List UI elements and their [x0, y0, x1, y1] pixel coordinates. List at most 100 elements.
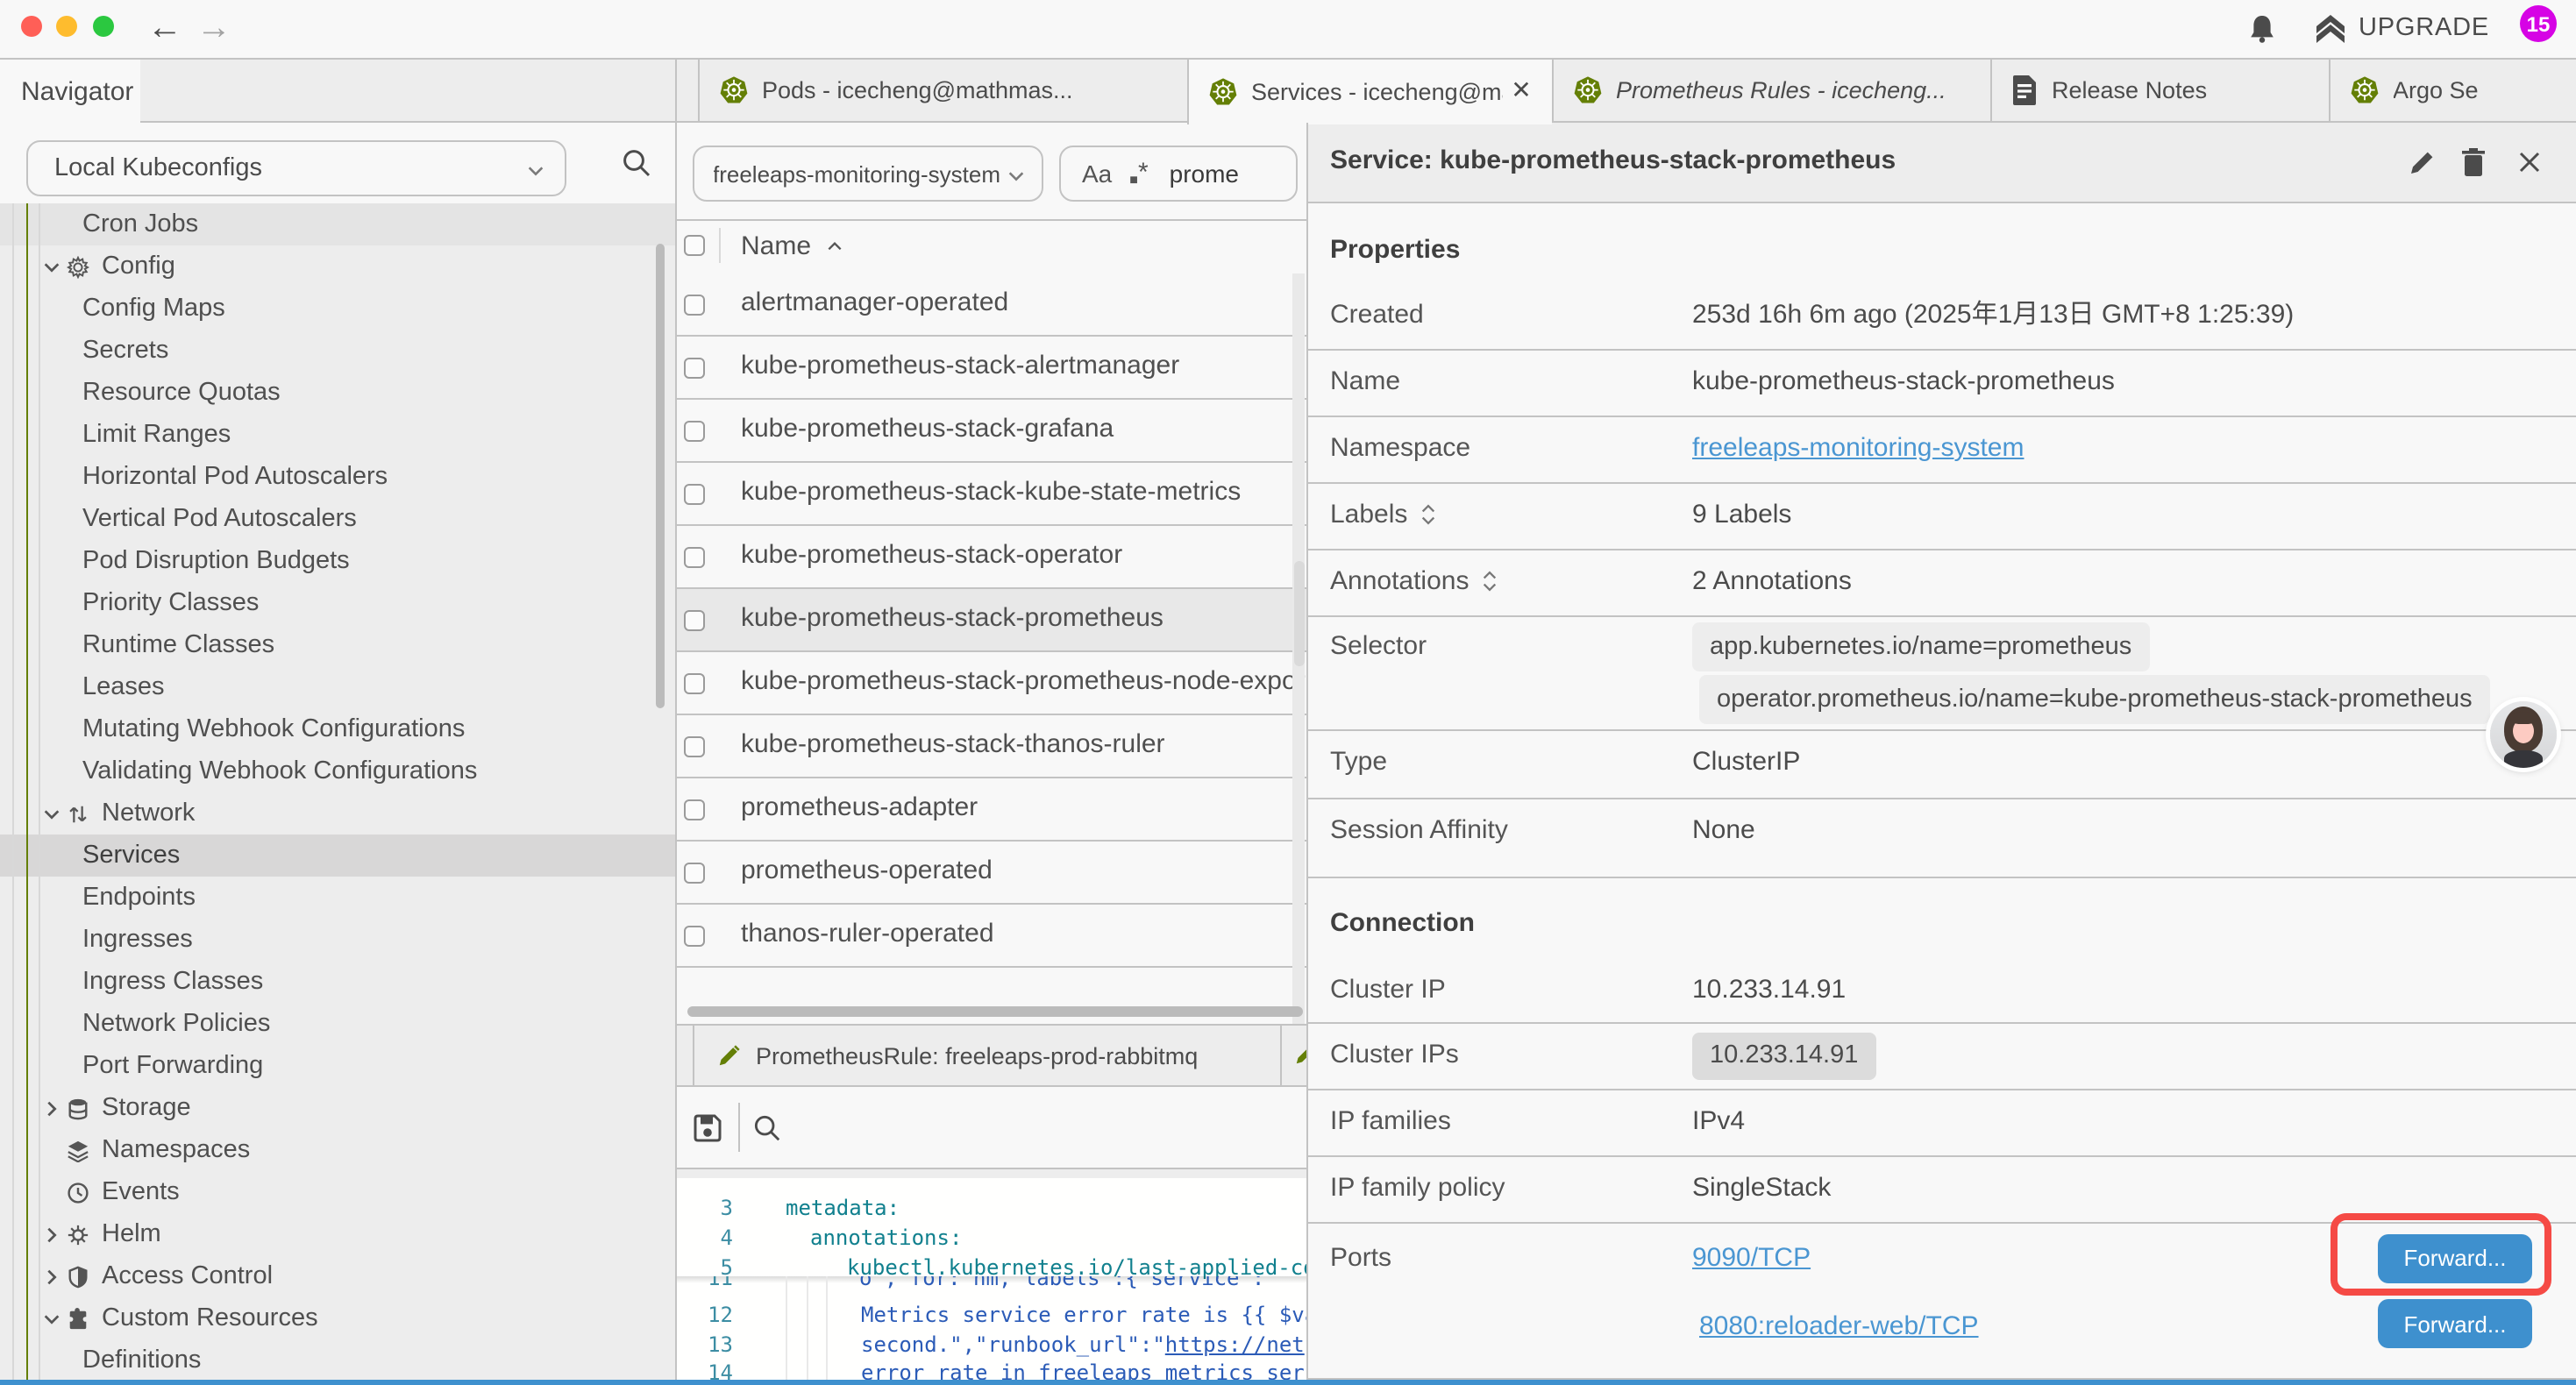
tab-prometheus-rules[interactable]: Prometheus Rules - icecheng...: [1551, 60, 1990, 121]
editor-tab-prometheusrule[interactable]: PrometheusRule: freeleaps-prod-rabbitmq: [693, 1026, 1282, 1085]
sidebar-item-custom-resources[interactable]: Custom Resources: [0, 1297, 675, 1339]
sidebar-item-helm[interactable]: Helm: [0, 1213, 675, 1255]
sidebar-item-access-control[interactable]: Access Control: [0, 1255, 675, 1297]
namespace-filter-select[interactable]: freeleaps-monitoring-system: [692, 146, 1042, 202]
sidebar-item-network-policies[interactable]: Network Policies: [0, 1003, 675, 1045]
sidebar-item-mutating-webhook-configurations[interactable]: Mutating Webhook Configurations: [0, 708, 675, 750]
expand-values-icon[interactable]: [1481, 570, 1497, 593]
namespace-link[interactable]: freeleaps-monitoring-system: [1692, 431, 2025, 466]
horizontal-scrollbar-thumb[interactable]: [687, 1006, 1302, 1017]
back-icon[interactable]: ←: [147, 6, 182, 48]
tab-argo[interactable]: Argo Se: [2328, 60, 2576, 121]
chevron-right-icon[interactable]: [42, 1225, 61, 1244]
table-row[interactable]: kube-prometheus-stack-grafana: [677, 400, 1306, 463]
sidebar-item-config[interactable]: Config: [0, 245, 675, 288]
regex-toggle[interactable]: ■*: [1129, 158, 1148, 189]
table-row[interactable]: kube-prometheus-stack-prometheus-node-ex…: [677, 652, 1306, 715]
row-checkbox[interactable]: [684, 294, 705, 315]
search-box[interactable]: Aa ■* prome: [1059, 146, 1298, 202]
row-checkbox[interactable]: [684, 862, 705, 883]
delete-icon[interactable]: [2460, 147, 2487, 177]
upgrade-icon[interactable]: [2313, 12, 2348, 46]
forward-icon[interactable]: →: [196, 6, 231, 48]
sidebar-item-ingress-classes[interactable]: Ingress Classes: [0, 961, 675, 1003]
maximize-window-button[interactable]: [93, 16, 114, 37]
tab-release-notes[interactable]: Release Notes: [1990, 60, 2328, 121]
sidebar-item-validating-webhook-configurations[interactable]: Validating Webhook Configurations: [0, 750, 675, 792]
sidebar-divider[interactable]: [675, 60, 677, 1380]
sidebar-item-port-forwarding[interactable]: Port Forwarding: [0, 1045, 675, 1087]
table-row[interactable]: prometheus-adapter: [677, 778, 1306, 842]
sidebar-item-storage[interactable]: Storage: [0, 1087, 675, 1129]
edit-icon[interactable]: [2408, 149, 2436, 177]
row-checkbox[interactable]: [684, 799, 705, 820]
vertical-scrollbar-thumb[interactable]: [1293, 561, 1304, 666]
sidebar-item-vertical-pod-autoscalers[interactable]: Vertical Pod Autoscalers: [0, 498, 675, 540]
close-tab-icon[interactable]: ✕: [1507, 75, 1535, 103]
sidebar-item-limit-ranges[interactable]: Limit Ranges: [0, 414, 675, 456]
row-checkbox[interactable]: [684, 672, 705, 693]
sidebar-item-definitions[interactable]: Definitions: [0, 1339, 675, 1381]
sidebar-item-horizontal-pod-autoscalers[interactable]: Horizontal Pod Autoscalers: [0, 456, 675, 498]
minimize-window-button[interactable]: [56, 16, 77, 37]
sidebar-item-pod-disruption-budgets[interactable]: Pod Disruption Budgets: [0, 540, 675, 582]
table-row[interactable]: thanos-ruler-operated: [677, 905, 1306, 968]
expand-values-icon[interactable]: [1420, 503, 1435, 526]
column-header-name[interactable]: Name: [741, 231, 811, 261]
port-link[interactable]: 8080:reloader-web/TCP: [1699, 1309, 1979, 1344]
sidebar-item-secrets[interactable]: Secrets: [0, 330, 675, 372]
close-window-button[interactable]: [20, 16, 41, 37]
chevron-down-icon[interactable]: [42, 1309, 61, 1328]
close-panel-icon[interactable]: [2516, 149, 2543, 175]
sidebar-item-namespaces[interactable]: Namespaces: [0, 1129, 675, 1171]
table-row[interactable]: prometheus-operated: [677, 842, 1306, 905]
sidebar-item-runtime-classes[interactable]: Runtime Classes: [0, 624, 675, 666]
forward-port-button[interactable]: Forward...: [2378, 1299, 2532, 1348]
row-checkbox[interactable]: [684, 735, 705, 756]
row-checkbox[interactable]: [684, 420, 705, 441]
sidebar-item-cron-jobs[interactable]: Cron Jobs: [0, 203, 675, 245]
editor-search-icon[interactable]: [752, 1113, 782, 1143]
edit-pencil-icon[interactable]: [1294, 1043, 1306, 1066]
table-row[interactable]: kube-prometheus-stack-alertmanager: [677, 337, 1306, 400]
row-checkbox[interactable]: [684, 546, 705, 567]
sidebar-item-ingresses[interactable]: Ingresses: [0, 919, 675, 961]
table-row[interactable]: kube-prometheus-stack-operator: [677, 526, 1306, 589]
panel-divider[interactable]: [1306, 123, 1308, 1380]
row-checkbox[interactable]: [684, 609, 705, 630]
search-icon[interactable]: [621, 147, 652, 179]
tab-navigator[interactable]: Navigator: [0, 60, 140, 124]
match-case-toggle[interactable]: Aa: [1082, 160, 1112, 188]
chevron-right-icon[interactable]: [42, 1267, 61, 1286]
table-row[interactable]: kube-prometheus-stack-kube-state-metrics: [677, 463, 1306, 526]
sidebar-item-events[interactable]: Events: [0, 1171, 675, 1213]
table-row[interactable]: alertmanager-operated: [677, 273, 1306, 337]
runbook-link[interactable]: https://net: [1165, 1332, 1305, 1356]
row-checkbox[interactable]: [684, 925, 705, 946]
select-all-checkbox[interactable]: [684, 234, 705, 255]
sort-ascending-icon[interactable]: [826, 238, 843, 254]
save-icon[interactable]: [693, 1113, 722, 1143]
yaml-editor[interactable]: 3 metadata: 4 annotations: 5 kubectl.kub…: [677, 1178, 1306, 1380]
upgrade-label[interactable]: UPGRADE: [2359, 14, 2489, 42]
chevron-down-icon[interactable]: [42, 804, 61, 823]
avatar[interactable]: [2489, 700, 2556, 767]
sidebar-item-services[interactable]: Services: [0, 835, 675, 877]
tab-pods[interactable]: Pods - icecheng@mathmas...: [697, 60, 1186, 121]
kubeconfig-selector[interactable]: Local Kubeconfigs: [26, 139, 566, 195]
sidebar-scrollbar[interactable]: [656, 244, 665, 708]
chevron-down-icon[interactable]: [42, 257, 61, 276]
row-checkbox[interactable]: [684, 357, 705, 378]
table-row-selected[interactable]: kube-prometheus-stack-prometheus: [677, 589, 1306, 652]
sidebar-item-endpoints[interactable]: Endpoints: [0, 877, 675, 919]
notification-badge[interactable]: 15: [2520, 5, 2557, 42]
sidebar-item-leases[interactable]: Leases: [0, 666, 675, 708]
chevron-right-icon[interactable]: [42, 1098, 61, 1118]
bell-icon[interactable]: [2246, 12, 2278, 46]
sidebar-item-network[interactable]: Network: [0, 792, 675, 835]
search-input[interactable]: prome: [1170, 160, 1239, 188]
table-row[interactable]: kube-prometheus-stack-thanos-ruler: [677, 715, 1306, 778]
sidebar-item-resource-quotas[interactable]: Resource Quotas: [0, 372, 675, 414]
sidebar-item-priority-classes[interactable]: Priority Classes: [0, 582, 675, 624]
port-link[interactable]: 9090/TCP: [1692, 1241, 1811, 1276]
